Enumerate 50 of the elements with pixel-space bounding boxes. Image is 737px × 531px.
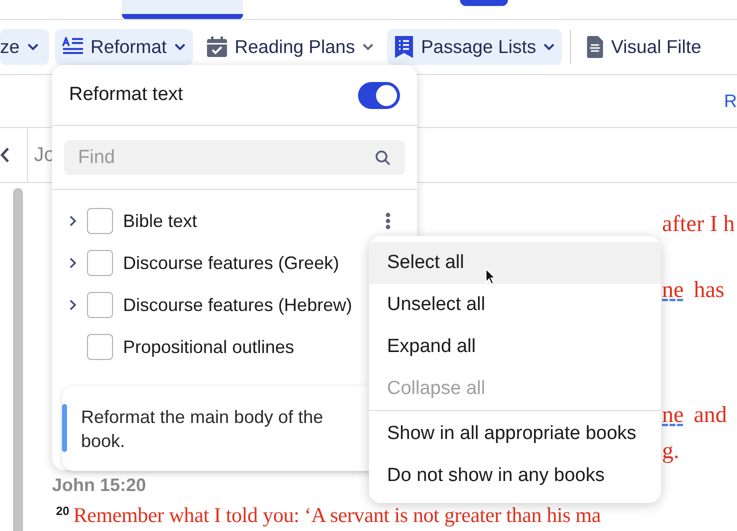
toolbar-button[interactable]: ze [0,29,49,65]
search-icon[interactable] [375,150,391,166]
option-label: Bible text [123,210,198,232]
option-label: Discourse features (Greek) [123,252,340,275]
checkbox[interactable] [87,292,113,318]
expand-chevron-icon[interactable] [69,299,77,311]
description-text: Reformat the main body of the book. [81,406,324,452]
chevron-down-icon [543,43,556,51]
toolbar-button[interactable]: Reading Plans [198,29,381,65]
toggle-label: Reformat text [69,82,184,107]
toggle-pill[interactable] [460,0,508,6]
verse-text: and [694,401,727,429]
bookmark-list-icon [394,35,414,59]
checkbox[interactable] [87,208,113,234]
verse-heading: John 15:20 [52,474,146,497]
menu-item[interactable]: Expand all [369,326,661,368]
scrollbar-thumb[interactable] [13,188,23,531]
chevron-down-icon [362,43,374,51]
toolbar-button[interactable]: Visual Filte [579,29,708,65]
more-options-icon[interactable] [385,212,391,230]
document-icon [586,35,604,59]
toolbar-button[interactable]: Passage Lists [386,29,562,65]
chevron-down-icon [26,43,39,51]
calendar-check-icon [206,36,228,58]
menu-item[interactable]: Show in all appropriate books [369,413,661,455]
checkbox[interactable] [87,334,113,360]
tab-indicator[interactable] [122,0,243,19]
expand-chevron-icon[interactable] [69,215,77,227]
menu-item[interactable]: Unselect all [369,284,661,326]
expand-chevron-icon[interactable] [69,257,77,269]
text-format-icon [62,37,84,57]
toggle-switch[interactable] [358,82,400,108]
verse-text: g. [662,437,680,465]
verse-text: has [694,276,724,304]
linked-word[interactable]: ne [662,398,684,432]
menu-item[interactable]: Do not show in any books [369,455,661,497]
menu-item[interactable]: Select all [369,242,661,284]
option-label: Propositional outlines [123,336,294,359]
option-label: Discourse features (Hebrew) [123,294,352,317]
back-chevron-icon[interactable] [0,147,10,163]
toolbar-button[interactable]: Reformat [54,29,193,65]
linked-word[interactable]: ne [662,273,684,308]
checkbox[interactable] [87,250,113,276]
search-field[interactable]: Find [64,140,405,175]
link[interactable]: R [724,88,737,114]
verse-number: 20 [56,504,70,518]
verse-text: Remember what I told you: ‘A servant is not greater than his ma [73,502,601,529]
mouse-cursor-icon [485,268,496,285]
verse-text: after I h [662,210,735,238]
chevron-down-icon [174,43,186,51]
